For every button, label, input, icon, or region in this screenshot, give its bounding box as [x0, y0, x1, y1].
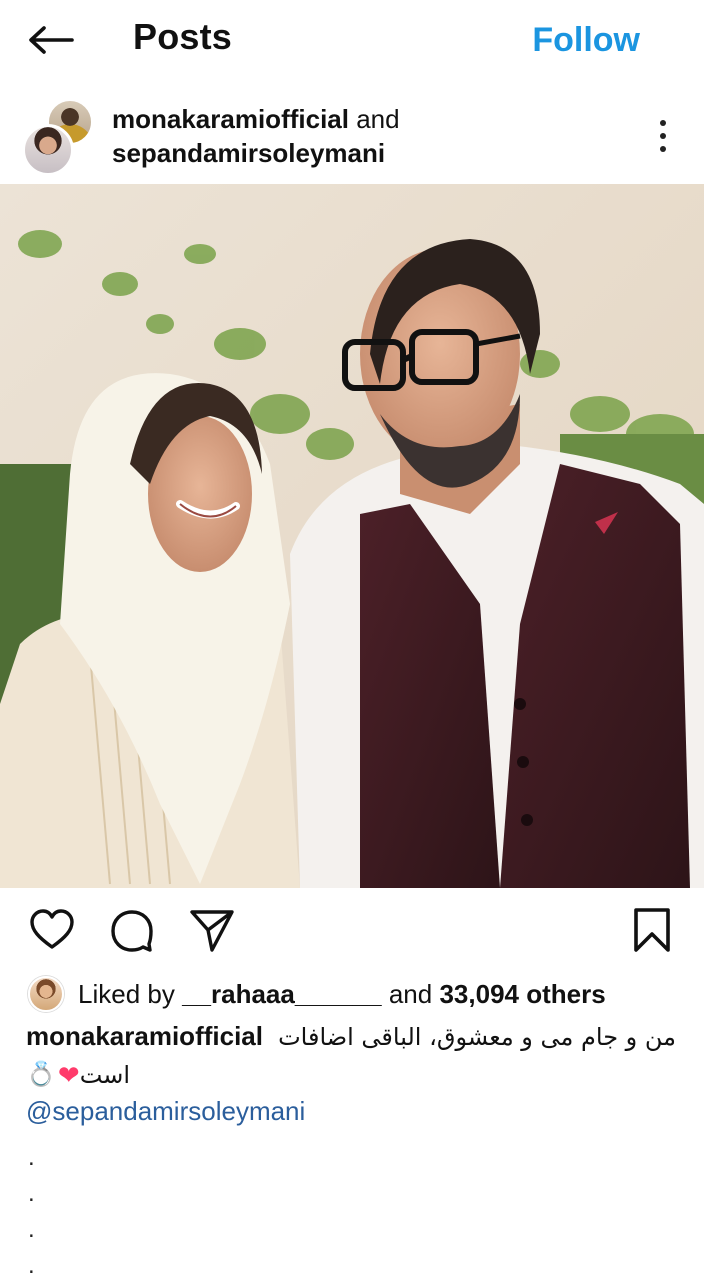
likes-and-label: and: [388, 978, 433, 1009]
collab-avatars[interactable]: [22, 98, 98, 176]
caption-dot: .: [28, 1144, 35, 1171]
heart-emoji: ❤: [57, 1060, 80, 1090]
bookmark-outline-icon: [634, 908, 670, 952]
liker-username[interactable]: __rahaaa______: [182, 979, 382, 1010]
post-actions: [0, 896, 704, 966]
top-bar: Posts Follow: [0, 0, 704, 82]
ring-emoji: 💍: [26, 1061, 56, 1088]
caption-dot: .: [28, 1216, 35, 1243]
caption-dot: .: [28, 1180, 35, 1207]
share-button[interactable]: [188, 906, 236, 954]
caption-dot: .: [28, 1252, 35, 1279]
comment-bubble-icon: [111, 910, 153, 952]
coauthor-username[interactable]: sepandamirsoleymani: [112, 138, 385, 168]
likes-row: Liked by __rahaaa______ and 33,094 other…: [28, 974, 606, 1014]
back-button[interactable]: [24, 18, 78, 62]
caption-text-continued: است: [79, 1061, 131, 1089]
caption: monakaramiofficial من و جام می و معشوق، …: [26, 1018, 676, 1095]
post-photo[interactable]: [0, 184, 704, 888]
caption-dots: . . . .: [28, 1140, 48, 1280]
more-vertical-icon: [660, 133, 666, 139]
likes-count[interactable]: 33,094 others: [439, 979, 605, 1010]
follow-button[interactable]: Follow: [532, 21, 640, 60]
and-label: and: [356, 104, 400, 134]
paper-plane-icon: [190, 910, 234, 952]
like-button[interactable]: [28, 906, 76, 954]
post-authors: monakaramiofficial and sepandamirsoleyma…: [112, 102, 400, 170]
comment-button[interactable]: [108, 906, 156, 954]
post-header: monakaramiofficial and sepandamirsoleyma…: [0, 92, 704, 180]
caption-username[interactable]: monakaramiofficial: [26, 1018, 263, 1054]
author-username[interactable]: monakaramiofficial: [112, 104, 349, 134]
page-title: Posts: [133, 16, 233, 57]
heart-outline-icon: [30, 909, 74, 949]
mention-link[interactable]: @sepandamirsoleymani: [26, 1096, 305, 1127]
caption-text: من و جام می و معشوق، الباقی اضافات: [278, 1023, 676, 1051]
avatar[interactable]: [22, 124, 74, 176]
more-vertical-icon: [660, 146, 666, 152]
liked-by-label: Liked by: [78, 978, 175, 1009]
avatar[interactable]: [28, 976, 64, 1012]
save-button[interactable]: [628, 906, 676, 954]
more-options-button[interactable]: [648, 116, 678, 156]
more-vertical-icon: [660, 120, 666, 126]
arrow-left-icon: [29, 26, 74, 54]
